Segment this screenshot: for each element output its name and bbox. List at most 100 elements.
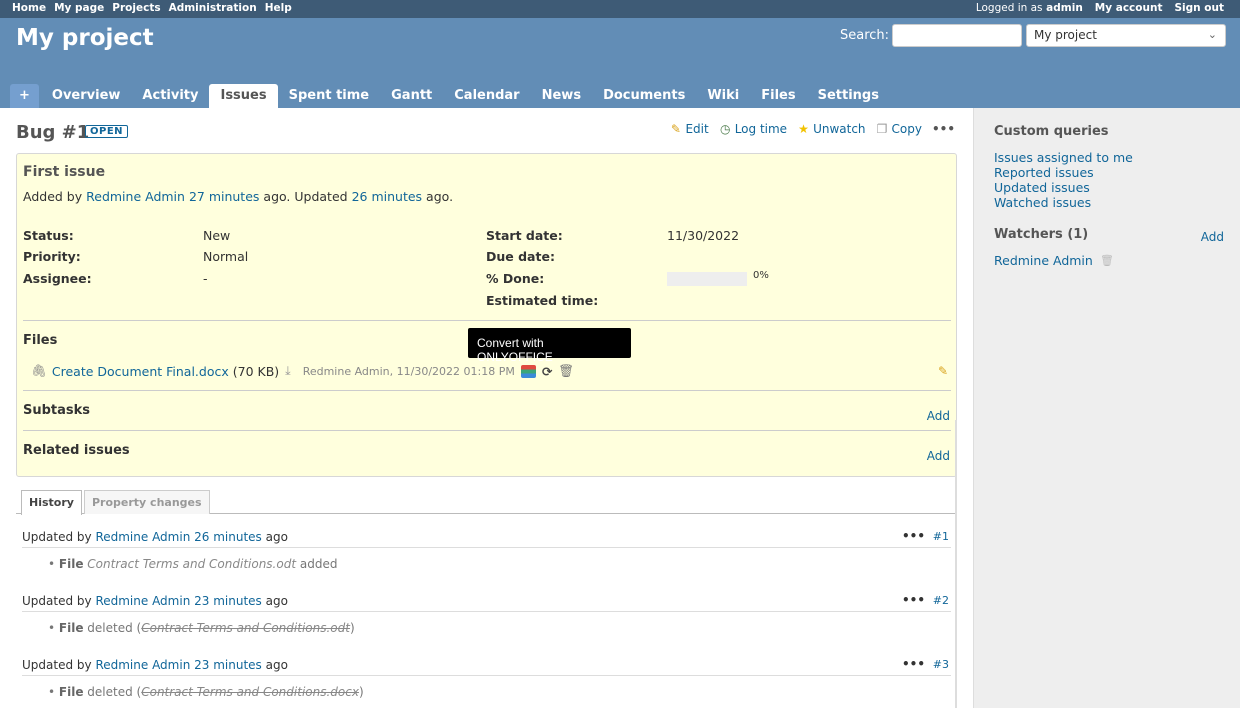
- watchers-heading: Watchers (1): [994, 227, 1089, 242]
- add-subtask-link[interactable]: Add: [927, 409, 950, 423]
- issue-details: First issue Added by Redmine Admin 27 mi…: [16, 153, 957, 477]
- my-account-link[interactable]: My account: [1095, 2, 1163, 14]
- project-jump-select[interactable]: My project ⌄: [1026, 24, 1226, 47]
- tab-calendar[interactable]: Calendar: [443, 84, 530, 108]
- assignee-label: Assignee:: [23, 271, 92, 286]
- log-time-link[interactable]: ◷ Log time: [719, 122, 787, 136]
- tab-gantt[interactable]: Gantt: [380, 84, 443, 108]
- top-menu-projects[interactable]: Projects: [112, 2, 160, 14]
- trash-icon[interactable]: 🗑︎: [558, 363, 574, 379]
- priority-value: Normal: [203, 249, 249, 264]
- journal-number-link[interactable]: #1: [933, 530, 949, 543]
- journal-author-link[interactable]: Redmine Admin: [95, 530, 190, 544]
- new-object-button[interactable]: +: [10, 84, 39, 108]
- paperclip-icon: 🖇︎: [31, 363, 47, 378]
- estimated-time-label: Estimated time:: [486, 293, 599, 308]
- history-tabs: History Property changes: [16, 490, 957, 515]
- journal-header: Updated by Redmine Admin 26 minutes ago: [22, 528, 951, 548]
- copy-link[interactable]: ❐ Copy: [876, 122, 922, 136]
- query-reported-issues[interactable]: Reported issues: [994, 165, 1133, 180]
- status-badge: OPEN: [85, 125, 129, 138]
- attachment-row: 🖇︎ Create Document Final.docx (70 KB) ⤓ …: [31, 363, 574, 379]
- top-menu-home[interactable]: Home: [12, 2, 46, 14]
- attachment-size: (70 KB): [232, 363, 280, 379]
- priority-label: Priority:: [23, 249, 81, 264]
- more-actions-button[interactable]: •••: [932, 122, 955, 136]
- journal-author-link[interactable]: Redmine Admin: [95, 594, 190, 608]
- watcher-link[interactable]: Redmine Admin: [994, 253, 1093, 268]
- journal-number-link[interactable]: #2: [933, 594, 949, 607]
- journal-author-link[interactable]: Redmine Admin: [95, 658, 190, 672]
- chevron-down-icon: ⌄: [1207, 28, 1217, 41]
- top-menu-my-page[interactable]: My page: [54, 2, 104, 14]
- top-menu: Home My page Projects Administration Hel…: [0, 0, 1240, 18]
- edit-link[interactable]: ✎ Edit: [669, 122, 709, 136]
- journal-detail: • File deleted (Contract Terms and Condi…: [48, 685, 364, 699]
- journal-ago-link[interactable]: 23 minutes: [194, 658, 262, 672]
- refresh-icon[interactable]: ⟳: [542, 364, 552, 379]
- created-ago-link[interactable]: 27 minutes: [189, 189, 259, 204]
- divider: [23, 320, 951, 321]
- tab-overview[interactable]: Overview: [41, 84, 132, 108]
- main-menu: + Overview Activity Issues Spent time Ga…: [10, 84, 890, 108]
- author-link[interactable]: Redmine Admin: [86, 189, 185, 204]
- onlyoffice-convert-icon[interactable]: [520, 364, 536, 378]
- add-related-issue-link[interactable]: Add: [927, 449, 950, 463]
- top-menu-administration[interactable]: Administration: [169, 2, 257, 14]
- status-value: New: [203, 228, 231, 243]
- tab-wiki[interactable]: Wiki: [696, 84, 750, 108]
- clock-add-icon: ◷: [719, 122, 731, 136]
- journal-actions-button[interactable]: •••: [902, 529, 925, 543]
- tab-documents[interactable]: Documents: [592, 84, 696, 108]
- logged-in-user[interactable]: admin: [1046, 2, 1083, 14]
- query-updated-issues[interactable]: Updated issues: [994, 180, 1133, 195]
- journal-file-name: Contract Terms and Conditions.odt: [87, 557, 297, 571]
- attachment-meta: Redmine Admin, 11/30/2022 01:18 PM: [302, 364, 515, 378]
- journal-actions-button[interactable]: •••: [902, 657, 925, 671]
- subtasks-heading: Subtasks: [23, 403, 91, 418]
- onlyoffice-tooltip: Convert with ONLYOFFICE: [468, 328, 631, 364]
- journal-ago-link[interactable]: 23 minutes: [194, 594, 262, 608]
- issue-actions: ✎ Edit ◷ Log time ★ Unwatch ❐ Copy •••: [669, 122, 955, 136]
- journal-ago-link[interactable]: 26 minutes: [194, 530, 262, 544]
- updated-ago-link[interactable]: 26 minutes: [352, 189, 422, 204]
- journal-actions-button[interactable]: •••: [902, 593, 925, 607]
- unwatch-link[interactable]: ★ Unwatch: [797, 122, 865, 136]
- tab-property-changes[interactable]: Property changes: [84, 490, 210, 514]
- issue-author-line: Added by Redmine Admin 27 minutes ago. U…: [23, 189, 454, 204]
- query-assigned-to-me[interactable]: Issues assigned to me: [994, 150, 1133, 165]
- tab-activity[interactable]: Activity: [131, 84, 209, 108]
- custom-queries-list: Issues assigned to me Reported issues Up…: [994, 150, 1133, 210]
- progress-bar: [667, 272, 747, 286]
- journal-detail: • File deleted (Contract Terms and Condi…: [48, 621, 355, 635]
- query-watched-issues[interactable]: Watched issues: [994, 195, 1133, 210]
- top-menu-help[interactable]: Help: [265, 2, 292, 14]
- due-date-label: Due date:: [486, 249, 555, 264]
- start-date-label: Start date:: [486, 228, 563, 243]
- assignee-value: -: [203, 271, 208, 286]
- attachment-link[interactable]: Create Document Final.docx: [52, 364, 229, 379]
- journal-number-link[interactable]: #3: [933, 658, 949, 671]
- tab-news[interactable]: News: [531, 84, 592, 108]
- tab-spent-time[interactable]: Spent time: [278, 84, 381, 108]
- download-icon[interactable]: ⤓: [285, 363, 291, 379]
- star-icon: ★: [798, 122, 809, 136]
- sign-out-link[interactable]: Sign out: [1174, 2, 1224, 14]
- status-label: Status:: [23, 228, 74, 243]
- journal-header: Updated by Redmine Admin 23 minutes ago: [22, 592, 951, 612]
- tab-issues[interactable]: Issues: [209, 84, 278, 108]
- journal-deleted-file: Contract Terms and Conditions.odt: [141, 621, 350, 635]
- project-title[interactable]: My project: [16, 25, 154, 51]
- search-input[interactable]: [892, 24, 1022, 47]
- edit-attachments-icon[interactable]: ✎: [938, 364, 948, 378]
- tab-files[interactable]: Files: [750, 84, 806, 108]
- custom-queries-heading: Custom queries: [994, 124, 1109, 139]
- remove-watcher-icon[interactable]: 🗑︎: [1100, 254, 1114, 267]
- add-watcher-link[interactable]: Add: [1201, 230, 1224, 244]
- tab-history[interactable]: History: [21, 490, 82, 515]
- tab-settings[interactable]: Settings: [807, 84, 890, 108]
- divider: [23, 390, 951, 391]
- issue-title: Bug #1: [16, 122, 90, 143]
- scrollbar[interactable]: [955, 420, 957, 708]
- journal-deleted-file: Contract Terms and Conditions.docx: [141, 685, 359, 699]
